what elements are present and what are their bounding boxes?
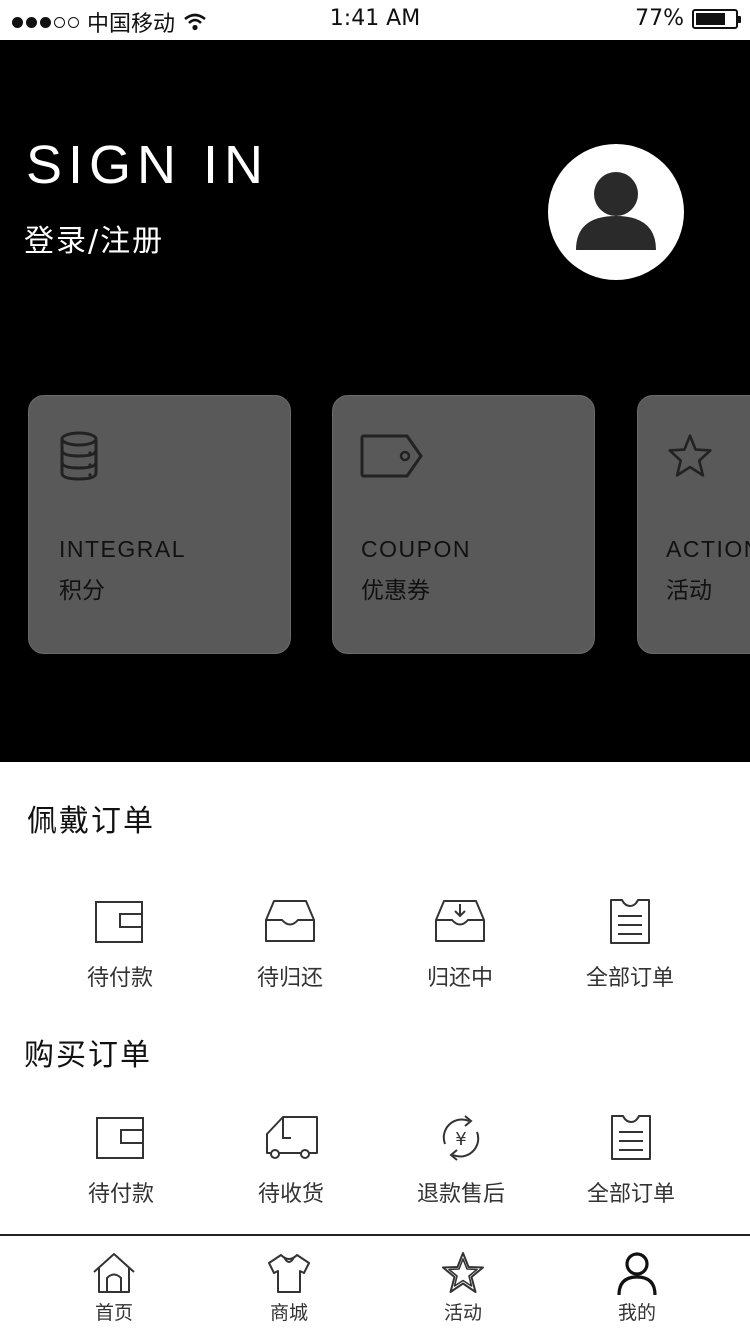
star-icon — [442, 1252, 484, 1293]
wallet-icon — [95, 901, 143, 943]
star-icon — [668, 434, 712, 477]
order-label: 归还中 — [426, 966, 493, 991]
card-label-en: ACTION — [666, 536, 750, 562]
buy-order-pending-receipt[interactable]: 待收货 — [206, 1112, 376, 1208]
battery-percent: 77% — [635, 6, 684, 31]
card-action[interactable]: ACTION 活动 — [637, 395, 750, 654]
buy-order-refund[interactable]: ¥ 退款售后 — [376, 1112, 546, 1208]
order-label: 全部订单 — [585, 966, 674, 991]
battery-fill — [696, 12, 726, 25]
tab-home[interactable]: 首页 — [54, 1250, 174, 1325]
tab-label: 商城 — [269, 1302, 308, 1324]
wallet-icon — [96, 1117, 144, 1159]
buy-orders-row: 待付款 待收货 ¥ 退款售后 全部订单 — [0, 1112, 750, 1212]
card-label-en: COUPON — [361, 536, 471, 562]
inbox-tray-icon — [265, 900, 315, 942]
order-list-icon — [610, 899, 650, 944]
wear-order-pending-payment[interactable]: 待付款 — [35, 896, 205, 992]
buy-order-pending-payment[interactable]: 待付款 — [36, 1112, 206, 1208]
order-label: 待收货 — [257, 1182, 324, 1207]
tab-label: 活动 — [443, 1302, 482, 1324]
card-label-zh: 积分 — [59, 578, 105, 604]
tab-activity[interactable]: 活动 — [403, 1250, 523, 1325]
order-label: 全部订单 — [586, 1182, 675, 1207]
bottom-tab-bar: 首页 商城 活动 我的 — [0, 1234, 750, 1334]
wear-orders-title: 佩戴订单 — [27, 804, 155, 839]
status-right: 77% — [635, 6, 741, 31]
order-label: 退款售后 — [416, 1182, 505, 1207]
profile-header: SIGN IN 登录/注册 INTEGRAL 积分 COUPON 优惠券 ACT… — [0, 40, 750, 762]
avatar[interactable] — [548, 144, 684, 280]
feature-cards: INTEGRAL 积分 COUPON 优惠券 ACTION 活动 — [0, 395, 750, 655]
card-coupon[interactable]: COUPON 优惠券 — [332, 395, 595, 654]
order-label: 待付款 — [86, 966, 153, 991]
shirt-icon — [268, 1254, 310, 1293]
inbox-download-icon — [435, 900, 485, 942]
tab-mall[interactable]: 商城 — [229, 1250, 349, 1325]
yen-symbol: ¥ — [455, 1129, 466, 1150]
card-label-zh: 优惠券 — [361, 578, 430, 604]
home-icon — [93, 1253, 135, 1293]
order-label: 待付款 — [87, 1182, 154, 1207]
status-bar: 中国移动 1:41 AM 77% — [0, 0, 750, 40]
wear-order-returning[interactable]: 归还中 — [375, 896, 545, 992]
card-label-zh: 活动 — [666, 578, 712, 604]
tab-label: 我的 — [617, 1302, 656, 1324]
tag-icon — [360, 434, 423, 478]
card-label-en: INTEGRAL — [59, 536, 187, 562]
order-label: 待归还 — [256, 966, 323, 991]
order-list-icon — [611, 1115, 651, 1160]
user-avatar-icon — [576, 172, 656, 250]
buy-order-all[interactable]: 全部订单 — [546, 1112, 716, 1208]
tab-mine[interactable]: 我的 — [577, 1250, 697, 1325]
wear-order-pending-return[interactable]: 待归还 — [205, 896, 375, 992]
battery-icon — [692, 8, 741, 29]
tab-label: 首页 — [94, 1302, 133, 1324]
truck-icon — [266, 1116, 318, 1159]
card-integral[interactable]: INTEGRAL 积分 — [28, 395, 291, 654]
database-icon — [60, 431, 98, 481]
refund-yen-icon: ¥ — [442, 1115, 480, 1161]
wear-orders-row: 待付款 待归还 归还中 全部订单 — [0, 896, 750, 996]
buy-orders-title: 购买订单 — [24, 1038, 152, 1073]
profile-icon — [617, 1252, 657, 1296]
wear-order-all[interactable]: 全部订单 — [545, 896, 715, 992]
login-register-link[interactable]: 登录/注册 — [24, 216, 164, 260]
sign-in-title[interactable]: SIGN IN — [26, 134, 269, 196]
